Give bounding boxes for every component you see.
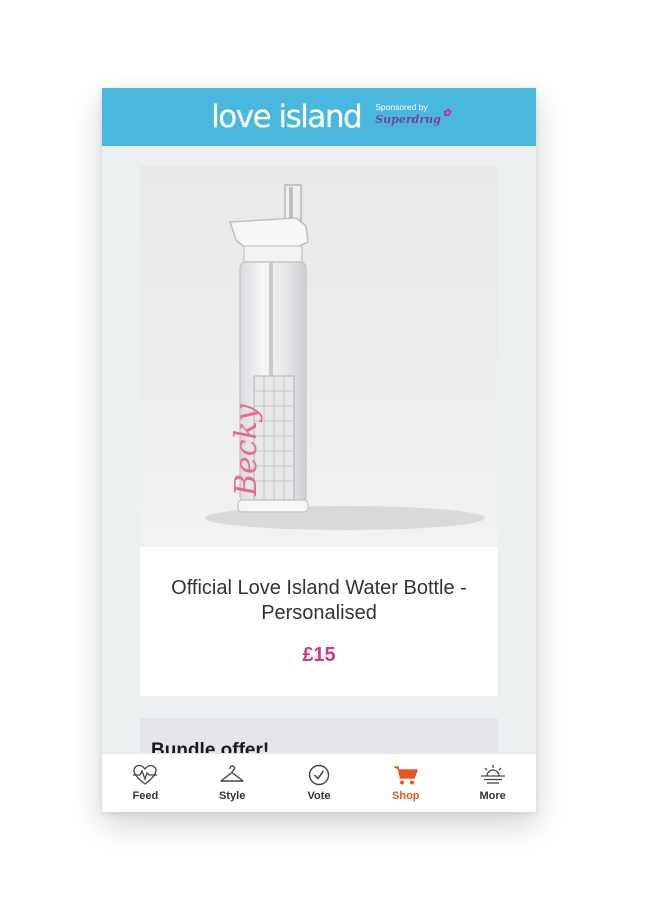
app-screen: love island Sponsored by Superdrug ✿ Bec… — [102, 88, 536, 812]
product-title[interactable]: Official Love Island Water Bottle - Pers… — [150, 576, 488, 626]
star-icon: ✿ — [442, 108, 451, 119]
bundle-offer-title: Bundle offer! — [151, 740, 270, 754]
product-card[interactable]: Becky Official Love Island Water Bottle … — [140, 166, 498, 696]
heartbeat-icon — [133, 764, 158, 785]
check-circle-icon — [308, 764, 330, 786]
water-bottle-illustration: Becky — [205, 184, 485, 530]
bottle-name-text: Becky — [229, 403, 264, 497]
superdrug-logo: Superdrug ✿ — [375, 108, 451, 128]
tab-shop-label: Shop — [392, 790, 420, 802]
superdrug-logo-text: Superdrug — [375, 113, 441, 126]
product-image[interactable]: Becky — [140, 166, 498, 547]
tab-shop[interactable]: Shop — [362, 754, 449, 812]
shop-feed[interactable]: Becky Official Love Island Water Bottle … — [102, 146, 536, 754]
bottom-tab-bar: Feed Style Vote Shop More — [102, 753, 536, 812]
sunset-icon — [480, 765, 505, 784]
tab-style-label: Style — [219, 790, 246, 802]
cart-icon — [393, 766, 418, 785]
tab-vote[interactable]: Vote — [276, 754, 363, 812]
tab-more-label: More — [479, 790, 506, 802]
tab-more[interactable]: More — [449, 754, 536, 812]
love-island-logo: love island — [211, 98, 363, 135]
tab-feed[interactable]: Feed — [102, 754, 189, 812]
sponsor-block: Sponsored by Superdrug ✿ — [375, 102, 451, 128]
tab-feed-label: Feed — [132, 790, 159, 802]
app-header: love island Sponsored by Superdrug ✿ — [102, 88, 536, 146]
hanger-icon — [220, 765, 244, 782]
tab-style[interactable]: Style — [189, 754, 276, 812]
product-price: £15 — [302, 644, 336, 666]
sponsor-label: Sponsored by — [375, 102, 428, 112]
tab-vote-label: Vote — [307, 790, 331, 802]
bundle-offer-card[interactable]: Bundle offer! — [140, 718, 498, 754]
